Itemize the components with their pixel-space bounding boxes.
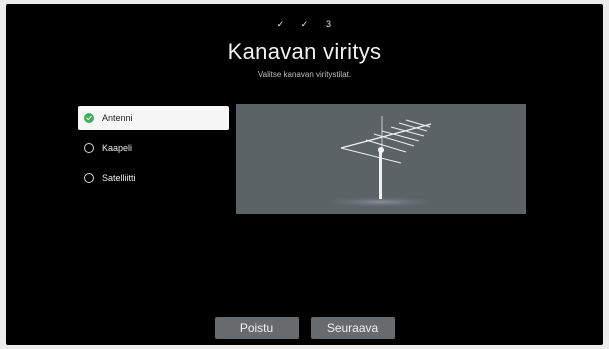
- step-2-check-icon: ✓: [300, 19, 309, 29]
- check-icon: [84, 113, 94, 123]
- page-subtitle: Valitse kanavan viritystilat.: [257, 70, 352, 79]
- next-button[interactable]: Seuraava: [310, 317, 395, 339]
- tuning-options-list: Antenni Kaapeli Satelliitti: [78, 106, 229, 196]
- option-kaapeli[interactable]: Kaapeli: [78, 136, 229, 160]
- option-satelliitti[interactable]: Satelliitti: [78, 166, 229, 190]
- page-title: Kanavan viritys: [227, 39, 382, 64]
- step-indicator: ✓ ✓ 3: [6, 18, 603, 30]
- antenna-preview-image: [236, 104, 526, 214]
- option-antenni[interactable]: Antenni: [78, 106, 229, 130]
- radio-icon: [84, 143, 94, 153]
- option-label: Kaapeli: [102, 143, 133, 153]
- tv-screen: ✓ ✓ 3 Kanavan viritys Valitse kanavan vi…: [6, 4, 603, 345]
- step-3-number: 3: [325, 19, 331, 29]
- antenna-illustration: [319, 116, 443, 208]
- radio-icon: [84, 173, 94, 183]
- option-label: Antenni: [102, 113, 133, 123]
- exit-button[interactable]: Poistu: [214, 317, 299, 339]
- step-1-check-icon: ✓: [276, 19, 285, 29]
- bottom-buttons: Poistu Seuraava: [6, 317, 603, 339]
- option-label: Satelliitti: [102, 173, 136, 183]
